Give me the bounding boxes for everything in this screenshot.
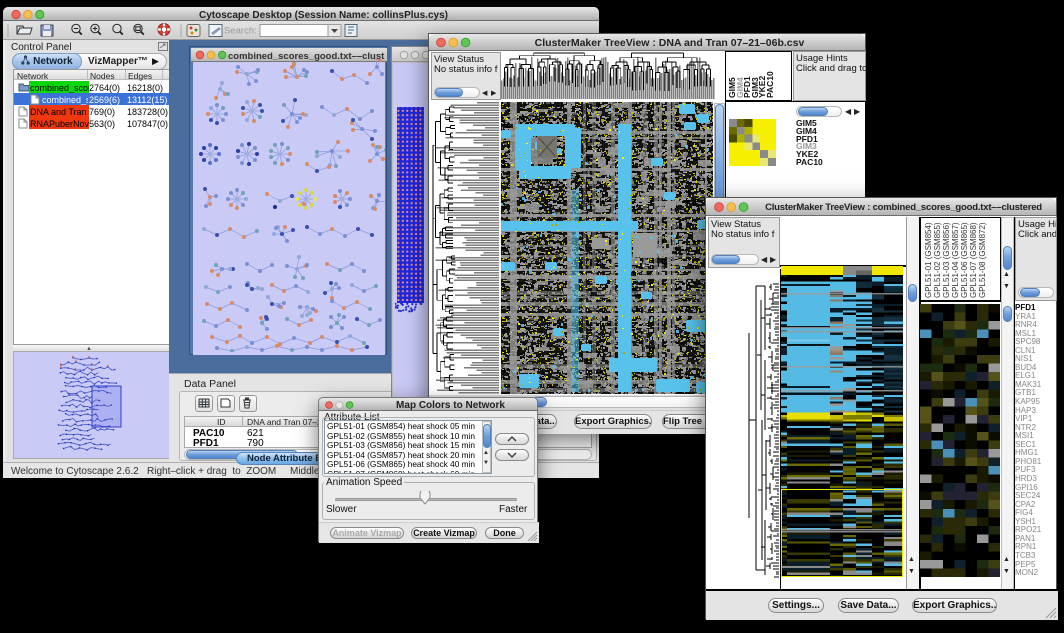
svg-text:Search:: Search: [224, 26, 257, 37]
